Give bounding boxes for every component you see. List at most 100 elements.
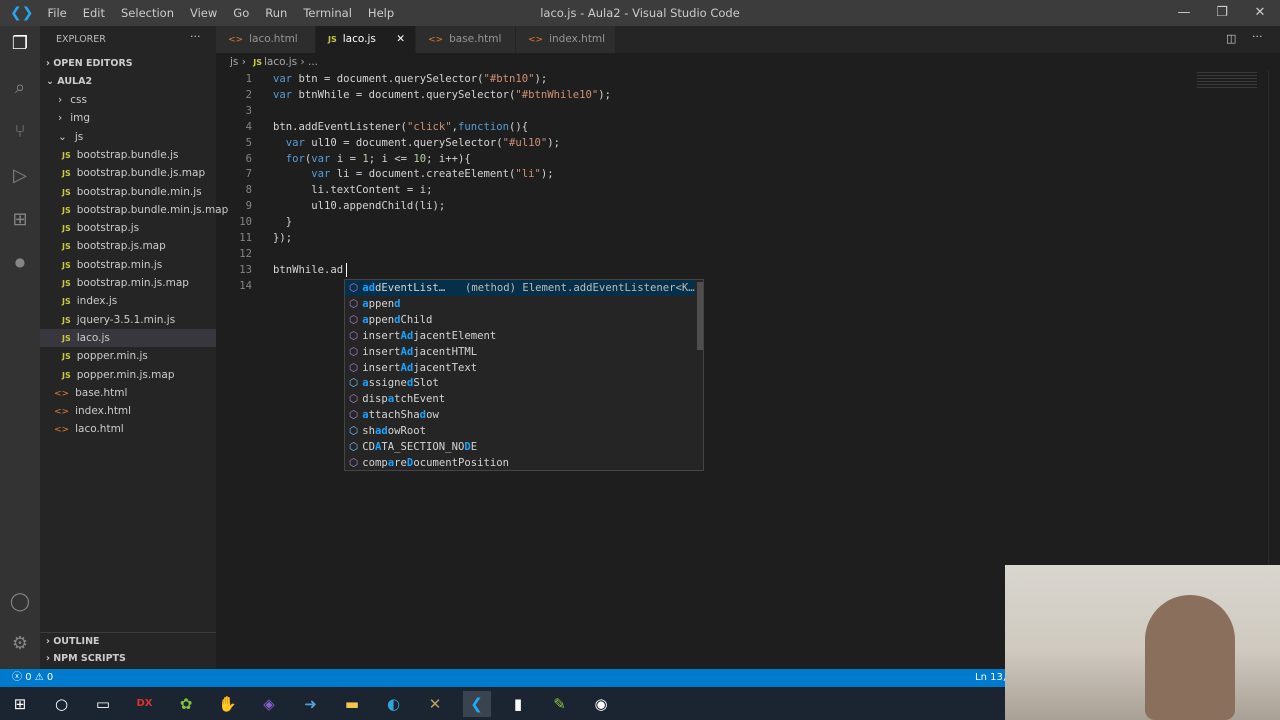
app-icon-2[interactable]: ✋ [214, 691, 242, 717]
tab-label: index.html [549, 33, 606, 45]
suggestion-text: ad [375, 425, 388, 438]
settings-gear-icon[interactable]: ⚙ [8, 632, 32, 656]
code-line[interactable]: var btnWhile = document.querySelector("#… [273, 89, 611, 101]
tree-item[interactable]: JS bootstrap.bundle.min.js.map [40, 201, 228, 219]
trello-icon[interactable]: ▮ [504, 691, 532, 717]
vscode-icon[interactable]: ❮ [462, 691, 491, 717]
tree-item[interactable]: <> laco.html [40, 420, 216, 438]
suggestion-item[interactable]: ⬡ insertAdjacentText [345, 360, 695, 376]
account-icon[interactable]: ◯ [8, 590, 32, 614]
menu-file[interactable]: File [39, 6, 74, 20]
visual-studio-icon[interactable]: ◈ [255, 691, 283, 717]
search-circle-icon[interactable]: ○ [48, 691, 76, 717]
tree-item[interactable]: JS popper.min.js [40, 347, 216, 365]
tree-item[interactable]: JS popper.min.js.map [40, 366, 216, 384]
code-line[interactable]: btn.addEventListener("click",function(){ [273, 121, 528, 133]
menu-run[interactable]: Run [257, 6, 295, 20]
task-view-icon[interactable]: ▭ [89, 691, 117, 717]
app-icon[interactable]: ✿ [172, 691, 200, 717]
code-line[interactable]: for(var i = 1; i <= 10; i++){ [273, 153, 471, 165]
extensions-icon[interactable]: ⊞ [8, 208, 32, 232]
tree-item[interactable]: JS bootstrap.js [40, 219, 216, 237]
code-line[interactable]: btnWhile.ad [273, 264, 343, 276]
breadcrumb-file[interactable]: laco.js [264, 56, 297, 68]
tree-item[interactable]: JS bootstrap.min.js.map [40, 274, 216, 292]
tree-item[interactable]: JS laco.js [40, 328, 216, 347]
menu-view[interactable]: View [182, 6, 225, 20]
menu-edit[interactable]: Edit [75, 6, 113, 20]
code-line[interactable]: var li = document.createElement("li"); [273, 168, 553, 180]
menu-go[interactable]: Go [225, 6, 257, 20]
outline-section[interactable]: › OUTLINE [40, 632, 216, 650]
split-editor-icon[interactable]: ◫ [1226, 32, 1236, 45]
maximize-button[interactable]: ❐ [1203, 0, 1241, 26]
code-line[interactable]: var btn = document.querySelector("#btn10… [273, 73, 547, 85]
file-explorer-icon[interactable]: ▬ [338, 691, 366, 717]
tab-laco-html[interactable]: <> laco.html [216, 26, 316, 53]
tree-item-label: img [70, 112, 91, 125]
files-icon[interactable]: ❐ [8, 32, 32, 56]
minimap[interactable] [1197, 72, 1257, 90]
code-token: ul10 = document.querySelector( [304, 136, 503, 149]
tab-laco-js[interactable]: JS laco.js ✕ [316, 26, 416, 53]
tree-item[interactable]: JS jquery-3.5.1.min.js [40, 311, 216, 329]
tree-item[interactable]: JS bootstrap.bundle.min.js [40, 183, 216, 201]
windows-start-icon[interactable]: ⊞ [6, 691, 34, 717]
tree-item[interactable]: ⌄ js [40, 128, 216, 146]
tree-item[interactable]: JS bootstrap.bundle.js.map [40, 164, 216, 182]
tree-item[interactable]: › img [40, 109, 216, 127]
folder-aula2[interactable]: ⌄ AULA2 [40, 73, 216, 91]
suggestion-item[interactable]: ⬡ shadowRoot [345, 423, 695, 439]
more-actions-icon[interactable]: ··· [190, 30, 201, 43]
tab-base-html[interactable]: <> base.html [416, 26, 516, 53]
search-icon[interactable]: ⌕ [8, 76, 32, 100]
tree-item[interactable]: <> base.html [40, 384, 216, 402]
suggestion-item[interactable]: ⬡ addEventList… (method) Element.addEventL… [345, 280, 695, 296]
breadcrumb-folder[interactable]: js [230, 56, 238, 68]
obs-icon[interactable]: ◉ [587, 691, 615, 717]
code-line[interactable]: } [273, 216, 292, 228]
tab-index-html[interactable]: <> index.html [516, 26, 616, 53]
code-line[interactable]: }); [273, 232, 292, 244]
npm-scripts-section[interactable]: › NPM SCRIPTS [40, 650, 216, 668]
code-token: ; i++){ [426, 152, 471, 165]
more-actions-icon[interactable]: ··· [1252, 30, 1263, 43]
close-tab-icon[interactable]: ✕ [396, 26, 405, 53]
remote-icon[interactable]: ● [8, 250, 32, 274]
breadcrumb-symbol[interactable]: ... [308, 56, 318, 68]
suggestion-item[interactable]: ⬡ attachShadow [345, 407, 695, 423]
app-icon-3[interactable]: ✕ [421, 691, 449, 717]
suggestion-item[interactable]: ⬡ CDATA_SECTION_NODE [345, 439, 695, 455]
suggestion-item[interactable]: ⬡ assignedSlot [345, 375, 695, 391]
menu-selection[interactable]: Selection [113, 6, 182, 20]
suggestion-item[interactable]: ⬡ compareDocumentPosition [345, 455, 695, 471]
code-line[interactable]: var ul10 = document.querySelector("#ul10… [273, 137, 560, 149]
menu-help[interactable]: Help [360, 6, 402, 20]
problems-indicator[interactable]: ⓧ 0 ⚠ 0 [12, 669, 53, 687]
suggestion-item[interactable]: ⬡ append [345, 296, 695, 312]
tree-item[interactable]: JS bootstrap.min.js [40, 256, 216, 274]
powershell-icon[interactable]: ➜ [297, 691, 325, 717]
code-line[interactable]: li.textContent = i; [273, 184, 432, 196]
tree-item[interactable]: › css [40, 91, 216, 109]
tree-item[interactable]: JS bootstrap.bundle.js [40, 146, 216, 164]
source-control-icon[interactable]: ⑂ [8, 120, 32, 144]
suggestion-item[interactable]: ⬡ insertAdjacentHTML [345, 344, 695, 360]
npm-scripts-label: NPM SCRIPTS [53, 653, 126, 664]
suggestion-item[interactable]: ⬡ dispatchEvent [345, 391, 695, 407]
devexpress-icon[interactable]: DX [131, 691, 159, 717]
run-debug-icon[interactable]: ▷ [8, 164, 32, 188]
tree-item[interactable]: JS bootstrap.js.map [40, 237, 216, 255]
edge-icon[interactable]: ◐ [380, 691, 408, 717]
suggest-scrollbar[interactable] [697, 282, 703, 350]
code-line[interactable]: ul10.appendChild(li); [273, 200, 445, 212]
close-window-button[interactable]: ✕ [1241, 0, 1279, 26]
suggestion-item[interactable]: ⬡ appendChild [345, 312, 695, 328]
tree-item[interactable]: JS index.js [40, 292, 216, 310]
suggestion-item[interactable]: ⬡ insertAdjacentElement [345, 328, 695, 344]
notepad-icon[interactable]: ✎ [546, 691, 574, 717]
minimize-button[interactable]: — [1165, 0, 1203, 26]
menu-terminal[interactable]: Terminal [295, 6, 360, 20]
tree-item[interactable]: <> index.html [40, 402, 216, 420]
open-editors-section[interactable]: › OPEN EDITORS [40, 55, 216, 73]
